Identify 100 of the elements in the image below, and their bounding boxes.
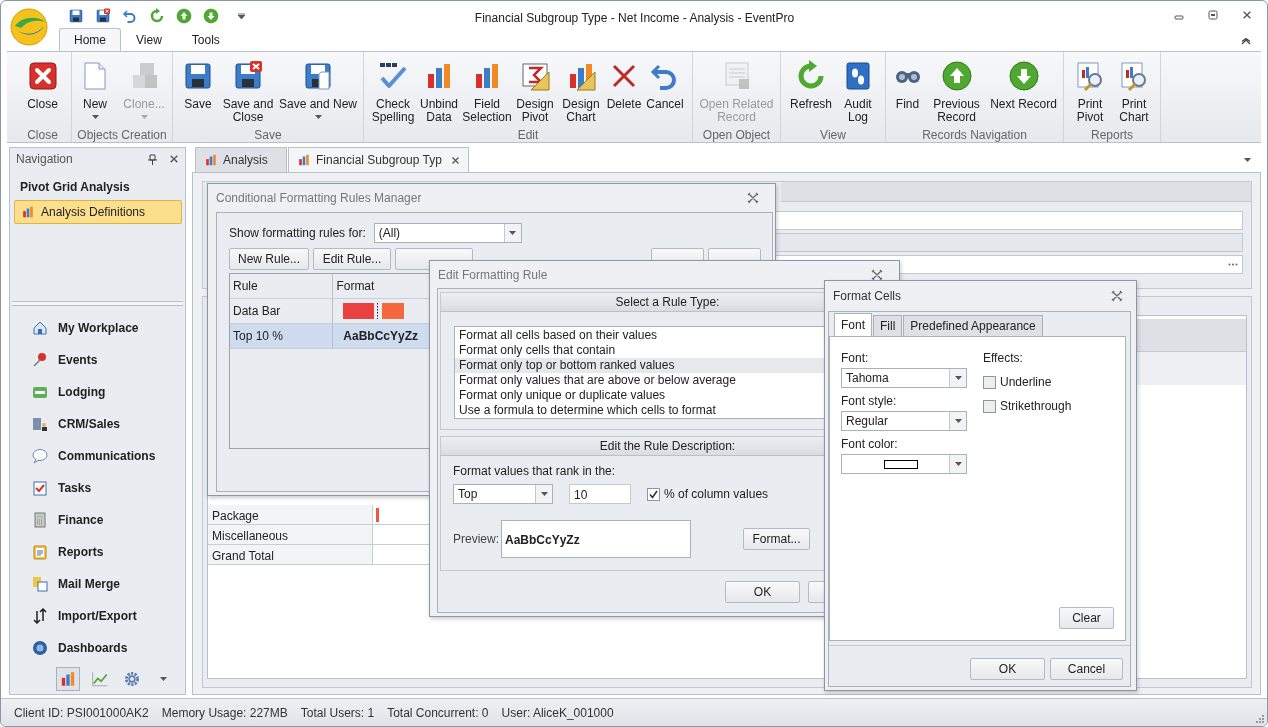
dropdown-field[interactable]: Tahoma <box>841 368 967 388</box>
group-label: Objects Creation <box>76 127 168 142</box>
collapse-ribbon-icon[interactable] <box>1241 38 1251 45</box>
nav-module[interactable]: Import/Export <box>10 600 185 632</box>
building-icon <box>32 416 48 432</box>
input-field[interactable]: 10 <box>569 484 631 504</box>
group-label: Open Object <box>701 127 772 142</box>
close-icon[interactable] <box>747 192 759 204</box>
ribbon-button[interactable]: Field Selection <box>462 56 512 126</box>
field-label: Show formatting rules for: <box>229 225 366 242</box>
ribbon-button[interactable]: New <box>73 56 117 126</box>
dropdown-caret-icon[interactable] <box>160 677 167 681</box>
ribbon-button[interactable]: Save and Close <box>220 56 276 126</box>
save-icon <box>182 60 214 92</box>
panel-title: Navigation <box>16 151 74 168</box>
status-text: Client ID: PSI001000AK2 <box>14 704 149 722</box>
ribbon-tab[interactable]: View <box>121 28 177 51</box>
ribbon-button[interactable]: Print Pivot <box>1068 56 1112 126</box>
ellipsis-icon[interactable] <box>1228 263 1238 266</box>
status-text: User: AliceK_001000 <box>501 704 614 722</box>
document-tab[interactable]: Analysis <box>195 147 287 172</box>
ribbon-button[interactable]: Design Pivot <box>512 56 558 126</box>
ribbon-button[interactable]: Refresh <box>786 56 836 126</box>
dropdown-field[interactable]: Regular <box>841 411 967 431</box>
ribbon-button[interactable]: Save and New <box>276 56 360 126</box>
nav-module[interactable]: CRM/Sales <box>10 408 185 440</box>
document-tab[interactable]: Financial Subgroup Typ <box>288 147 469 172</box>
ribbon-button[interactable]: Design Chart <box>558 56 604 126</box>
group-label: Records Navigation <box>921 127 1028 142</box>
nav-module[interactable]: Reports <box>10 536 185 568</box>
ribbon-button[interactable]: Close <box>17 56 68 126</box>
refresh-icon[interactable] <box>149 8 165 24</box>
tab[interactable]: Font <box>834 313 872 336</box>
cancel-button[interactable]: Cancel <box>1050 658 1123 680</box>
close-icon[interactable] <box>1242 10 1252 20</box>
field-label: Preview: <box>453 531 500 548</box>
pin-icon[interactable] <box>148 153 157 165</box>
nav-module[interactable]: Finance <box>10 504 185 536</box>
ribbon-button[interactable]: Audit Log <box>836 56 880 126</box>
clear-button[interactable]: Clear <box>1059 607 1114 629</box>
ribbon-button[interactable]: Cancel <box>644 56 686 126</box>
dropdown-field[interactable]: Top <box>453 484 553 504</box>
ok-button[interactable]: OK <box>725 581 800 603</box>
table-cell[interactable]: Top 10 % <box>230 324 334 349</box>
ribbon-button[interactable]: Previous Record <box>927 56 986 126</box>
close-icon[interactable] <box>871 268 883 281</box>
save-new-icon <box>302 60 334 92</box>
window-title: Financial Subgroup Type - Net Income - Analysis - EventPro <box>473 10 796 27</box>
undo-icon[interactable] <box>122 8 138 24</box>
nav-module[interactable]: Dashboards <box>10 632 185 664</box>
nav-module[interactable]: Mail Merge <box>10 568 185 600</box>
calculator-icon <box>32 512 48 528</box>
checkbox[interactable] <box>647 487 660 501</box>
close-icon[interactable] <box>450 155 460 165</box>
ok-button[interactable]: OK <box>970 658 1045 680</box>
group-label: Reports <box>1090 127 1134 142</box>
checklist-icon <box>32 480 48 496</box>
dropdown-caret-icon <box>314 115 322 119</box>
ribbon-button[interactable]: Print Chart <box>1112 56 1156 126</box>
column-header: Rule <box>230 274 334 299</box>
logo-icon[interactable] <box>10 8 48 46</box>
nav-module[interactable]: Lodging <box>10 376 185 408</box>
pivot-icon <box>519 60 551 92</box>
close-icon[interactable] <box>1111 290 1123 302</box>
ribbon-button[interactable]: Next Record <box>985 56 1062 126</box>
dialog-button[interactable]: Edit Rule... <box>313 248 391 270</box>
nav-module[interactable]: My Workplace <box>10 312 185 344</box>
chart-icon <box>297 153 311 167</box>
ribbon-button[interactable]: Find <box>887 56 928 126</box>
nav-module[interactable]: Tasks <box>10 472 185 504</box>
dropdown-arrow-icon <box>509 231 517 235</box>
format-button[interactable]: Format... <box>743 528 810 550</box>
ribbon-button[interactable]: Save <box>176 56 220 126</box>
nav-module[interactable]: Events <box>10 344 185 376</box>
ribbon-button[interactable]: Check Spelling <box>370 56 416 126</box>
ribbon-button[interactable]: Delete <box>604 56 644 126</box>
tab[interactable]: Predefined Appearance <box>903 315 1043 336</box>
nav-module[interactable]: Communications <box>10 440 185 472</box>
bed-icon <box>32 384 48 400</box>
dropdown-field[interactable] <box>841 454 967 474</box>
tab-list-caret-icon[interactable] <box>1244 158 1251 162</box>
ribbon-tab[interactable]: Tools <box>176 28 235 51</box>
documents-icon <box>32 576 48 592</box>
close-icon[interactable] <box>169 154 179 164</box>
dropdown-field[interactable]: (All) <box>373 223 522 243</box>
ribbon-button[interactable]: Unbind Data <box>416 56 462 126</box>
save-icon[interactable] <box>68 8 84 24</box>
checkbox[interactable] <box>983 375 996 389</box>
customize-caret-icon[interactable] <box>238 13 245 19</box>
save-close-icon[interactable] <box>95 8 111 24</box>
nav-item[interactable]: Analysis Definitions <box>14 200 182 224</box>
restore-icon[interactable] <box>1208 10 1218 20</box>
view-button[interactable] <box>56 667 80 691</box>
ribbon-tab[interactable]: Home <box>59 28 121 51</box>
resize-grip-icon[interactable] <box>1256 714 1264 723</box>
checkbox[interactable] <box>983 399 996 413</box>
tab[interactable]: Fill <box>873 315 903 336</box>
dropdown-arrow-icon <box>540 492 548 496</box>
dialog-button[interactable]: New Rule... <box>229 248 309 270</box>
data-bar-icon <box>343 303 406 319</box>
